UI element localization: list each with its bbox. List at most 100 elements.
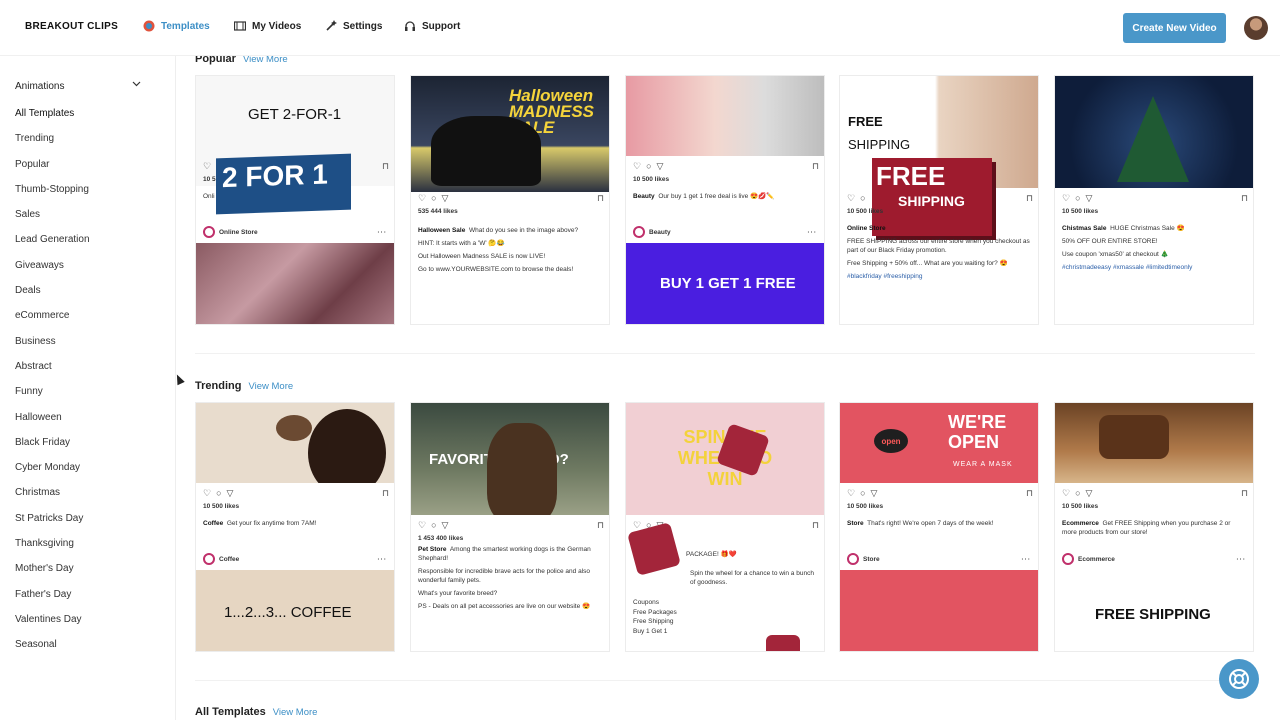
comment-icon[interactable]: ○ bbox=[646, 161, 651, 171]
bookmark-icon[interactable]: ⊓ bbox=[1241, 488, 1248, 499]
sidebar-item-abstract[interactable]: Abstract bbox=[15, 361, 90, 386]
share-icon[interactable]: ▽ bbox=[442, 193, 449, 204]
card-actions: ♡ ○ ▽ ⊓ bbox=[418, 192, 604, 204]
view-more-link[interactable]: View More bbox=[248, 381, 293, 392]
comment-icon[interactable]: ○ bbox=[216, 488, 221, 498]
sidebar-item-cyber-monday[interactable]: Cyber Monday bbox=[15, 462, 90, 487]
template-card[interactable]: SPIN THE WHEEL TO WIN ♡○▽ ⊓ PACKAGE! 🎁❤️… bbox=[625, 402, 825, 652]
bookmark-icon[interactable]: ⊓ bbox=[812, 520, 819, 531]
sidebar-item-giveaways[interactable]: Giveaways bbox=[15, 260, 90, 285]
template-card[interactable]: ♡ ○ ▽ ⊓ 10 500 likes Chistmas Sale HUGE Ch… bbox=[1054, 75, 1254, 325]
sidebar-item-st-patricks-day[interactable]: St Patricks Day bbox=[15, 513, 90, 538]
template-card[interactable]: WE'RE OPEN WEAR A MASK open ♡ ○ ▽ ⊓ 10 500… bbox=[839, 402, 1039, 652]
more-icon[interactable]: ··· bbox=[378, 229, 388, 236]
share-icon[interactable]: ▽ bbox=[227, 488, 234, 499]
template-card[interactable]: GET 2-FOR-1 ♡ ⊓ 10 5 Onli 2 FOR 1 Online… bbox=[195, 75, 395, 325]
nav-settings[interactable]: Settings bbox=[325, 20, 382, 32]
template-card[interactable]: FAVORITE BREED? ♡ ○ ▽ ⊓ 1 453 400 likes Pe… bbox=[410, 402, 610, 652]
comment-icon[interactable]: ○ bbox=[860, 488, 865, 498]
template-card[interactable]: ♡ ○ ▽ ⊓ 10 500 likes Coffee Get your fix a… bbox=[195, 402, 395, 652]
bookmark-icon[interactable]: ⊓ bbox=[1241, 193, 1248, 204]
bookmark-icon[interactable]: ⊓ bbox=[597, 193, 604, 204]
more-icon[interactable]: ··· bbox=[1237, 556, 1247, 563]
caption-line: PS - Deals on all pet accessories are li… bbox=[418, 603, 591, 610]
heart-icon[interactable]: ♡ bbox=[418, 193, 426, 204]
card-caption: Halloween Sale What do you see in the im… bbox=[418, 226, 602, 278]
sidebar-item-thanksgiving[interactable]: Thanksgiving bbox=[15, 538, 90, 563]
comment-icon[interactable]: ○ bbox=[1075, 193, 1080, 203]
share-icon[interactable]: ▽ bbox=[1086, 488, 1093, 499]
avatar[interactable] bbox=[1244, 16, 1268, 40]
share-icon[interactable]: ▽ bbox=[1086, 193, 1093, 204]
more-icon[interactable]: ··· bbox=[1022, 556, 1032, 563]
card-caption: Pet Store Among the smartest working dog… bbox=[418, 545, 602, 615]
template-card[interactable]: ♡ ○ ▽ ⊓ 10 500 likes Ecommerce Get FREE Sh… bbox=[1054, 402, 1254, 652]
share-icon[interactable]: ▽ bbox=[871, 488, 878, 499]
nav-settings-label: Settings bbox=[343, 20, 383, 32]
sidebar-item-sales[interactable]: Sales bbox=[15, 209, 90, 234]
card-author-name: Store bbox=[847, 520, 864, 527]
sidebar-item-christmas[interactable]: Christmas bbox=[15, 487, 90, 512]
bookmark-icon[interactable]: ⊓ bbox=[382, 161, 389, 172]
sidebar-item-halloween[interactable]: Halloween bbox=[15, 412, 90, 437]
more-icon[interactable]: ··· bbox=[808, 229, 818, 236]
heart-icon[interactable]: ♡ bbox=[1062, 193, 1070, 204]
animations-dropdown[interactable]: Animations bbox=[15, 81, 141, 92]
heart-icon[interactable]: ♡ bbox=[633, 161, 641, 172]
comment-icon[interactable]: ○ bbox=[431, 193, 436, 203]
create-new-video-button[interactable]: Create New Video bbox=[1123, 13, 1226, 43]
logo[interactable]: BREAKOUT CLIPS bbox=[25, 21, 118, 32]
bookmark-icon[interactable]: ⊓ bbox=[812, 161, 819, 172]
view-more-link[interactable]: View More bbox=[243, 56, 288, 65]
card-author-name: Beauty bbox=[633, 193, 655, 200]
sidebar-item-all-templates[interactable]: All Templates bbox=[15, 108, 90, 133]
card-caption: Beauty Our buy 1 get 1 free deal is live… bbox=[633, 192, 817, 205]
sidebar-item-black-friday[interactable]: Black Friday bbox=[15, 437, 90, 462]
share-icon[interactable]: ▽ bbox=[657, 161, 664, 172]
sidebar-item-business[interactable]: Business bbox=[15, 336, 90, 361]
nav-templates[interactable]: Templates bbox=[143, 20, 210, 32]
more-icon[interactable]: ··· bbox=[378, 556, 388, 563]
bookmark-icon[interactable]: ⊓ bbox=[1026, 193, 1033, 204]
dog-shape bbox=[487, 423, 557, 515]
sidebar-item-ecommerce[interactable]: eCommerce bbox=[15, 310, 90, 335]
sidebar-item-valentines-day[interactable]: Valentines Day bbox=[15, 614, 90, 639]
bookmark-icon[interactable]: ⊓ bbox=[382, 488, 389, 499]
comment-icon[interactable]: ○ bbox=[1075, 488, 1080, 498]
help-button[interactable] bbox=[1219, 659, 1259, 699]
card-author: Online Store ··· bbox=[203, 226, 387, 238]
template-card[interactable]: Halloween MADNESS SALE ♡ ○ ▽ ⊓ 535 444 lik… bbox=[410, 75, 610, 325]
bookmark-icon[interactable]: ⊓ bbox=[1026, 488, 1033, 499]
heart-icon[interactable]: ♡ bbox=[203, 161, 211, 172]
card-actions: ♡ ○ ▽ ⊓ bbox=[203, 487, 389, 499]
nav-my-videos[interactable]: My Videos bbox=[234, 20, 301, 32]
comment-icon[interactable]: ○ bbox=[860, 193, 865, 203]
view-more-link[interactable]: View More bbox=[273, 707, 318, 718]
comment-icon[interactable]: ○ bbox=[431, 520, 436, 530]
sidebar-item-funny[interactable]: Funny bbox=[15, 386, 90, 411]
heart-icon[interactable]: ♡ bbox=[203, 488, 211, 499]
section-popular-heading: Popular View More bbox=[195, 56, 288, 65]
card-actions: ♡ ○ ▽ ⊓ bbox=[418, 519, 604, 531]
heart-icon[interactable]: ♡ bbox=[418, 520, 426, 531]
sidebar-item-lead-generation[interactable]: Lead Generation bbox=[15, 234, 90, 259]
heart-icon[interactable]: ♡ bbox=[1062, 488, 1070, 499]
bookmark-icon[interactable]: ⊓ bbox=[597, 520, 604, 531]
sidebar-item-fathers-day[interactable]: Father's Day bbox=[15, 589, 90, 614]
sidebar-item-deals[interactable]: Deals bbox=[15, 285, 90, 310]
heart-icon[interactable]: ♡ bbox=[847, 193, 855, 204]
sidebar-item-trending[interactable]: Trending bbox=[15, 133, 90, 158]
template-card[interactable]: FREE SHIPPING ♡ ○ ⊓ FREE SHIPPING 10 500 … bbox=[839, 75, 1039, 325]
template-card[interactable]: ♡ ○ ▽ ⊓ 10 500 likes Beauty Our buy 1 get … bbox=[625, 75, 825, 325]
card-author-name: Chistmas Sale bbox=[1062, 225, 1107, 232]
card-headline: GET 2-FOR-1 bbox=[248, 106, 342, 123]
nav-support[interactable]: Support bbox=[404, 20, 460, 32]
sidebar-item-thumb-stopping[interactable]: Thumb-Stopping bbox=[15, 184, 90, 209]
share-icon[interactable]: ▽ bbox=[442, 520, 449, 531]
sidebar-item-popular[interactable]: Popular bbox=[15, 159, 90, 184]
heart-icon[interactable]: ♡ bbox=[847, 488, 855, 499]
sidebar-item-mothers-day[interactable]: Mother's Day bbox=[15, 563, 90, 588]
card-banner-text: 2 FOR 1 bbox=[222, 158, 328, 194]
film-icon bbox=[234, 21, 246, 31]
sidebar-item-seasonal[interactable]: Seasonal bbox=[15, 639, 90, 664]
